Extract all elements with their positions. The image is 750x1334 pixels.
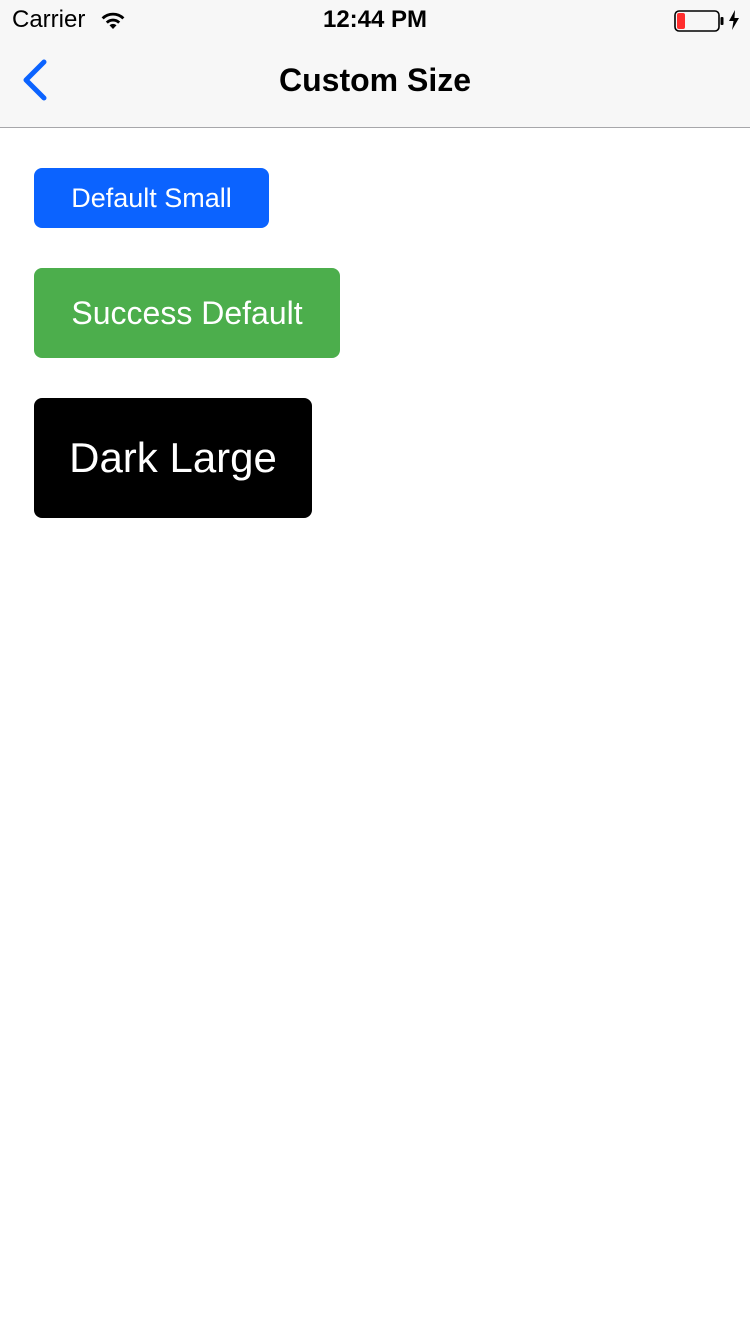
navigation-bar: Custom Size bbox=[0, 40, 750, 128]
dark-large-button[interactable]: Dark Large bbox=[34, 398, 312, 518]
status-time: 12:44 PM bbox=[322, 6, 428, 33]
battery-icon bbox=[674, 10, 724, 32]
page-title: Custom Size bbox=[278, 62, 472, 98]
default-small-button[interactable]: Default Small bbox=[34, 168, 269, 228]
battery-level-fill bbox=[677, 13, 685, 29]
success-default-button[interactable]: Success Default bbox=[34, 268, 340, 358]
status-bar: Carrier 12:44 PM bbox=[0, 0, 750, 40]
charging-icon bbox=[729, 10, 739, 30]
